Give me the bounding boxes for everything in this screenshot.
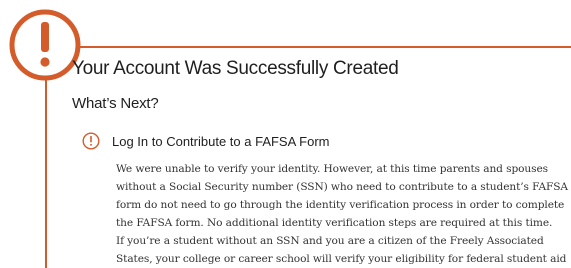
accent-divider-top [38, 46, 571, 48]
paragraph-line: We were unable to verify your identity. … [116, 163, 548, 175]
paragraph-line: form do not need to go through the ident… [116, 199, 565, 211]
exclamation-circle-icon [9, 9, 81, 81]
page-title: Your Account Was Successfully Created [72, 58, 399, 79]
paragraph-line: without a Social Security number (SSN) w… [116, 181, 568, 193]
identity-message-paragraph: We were unable to verify your identity. … [116, 160, 568, 232]
task-title: Log In to Contribute to a FAFSA Form [112, 133, 330, 149]
paragraph-line: the FAFSA form. No additional identity v… [116, 217, 553, 229]
paragraph-line: States, your college or career school wi… [116, 253, 567, 265]
task-item: Log In to Contribute to a FAFSA Form [82, 132, 330, 150]
page: Your Account Was Successfully Created Wh… [0, 0, 571, 268]
freely-associated-states-paragraph: If you’re a student without an SSN and y… [116, 232, 567, 268]
paragraph-line: If you’re a student without an SSN and y… [116, 235, 544, 247]
exclamation-circle-icon [82, 132, 100, 150]
section-heading: What’s Next? [72, 95, 159, 112]
